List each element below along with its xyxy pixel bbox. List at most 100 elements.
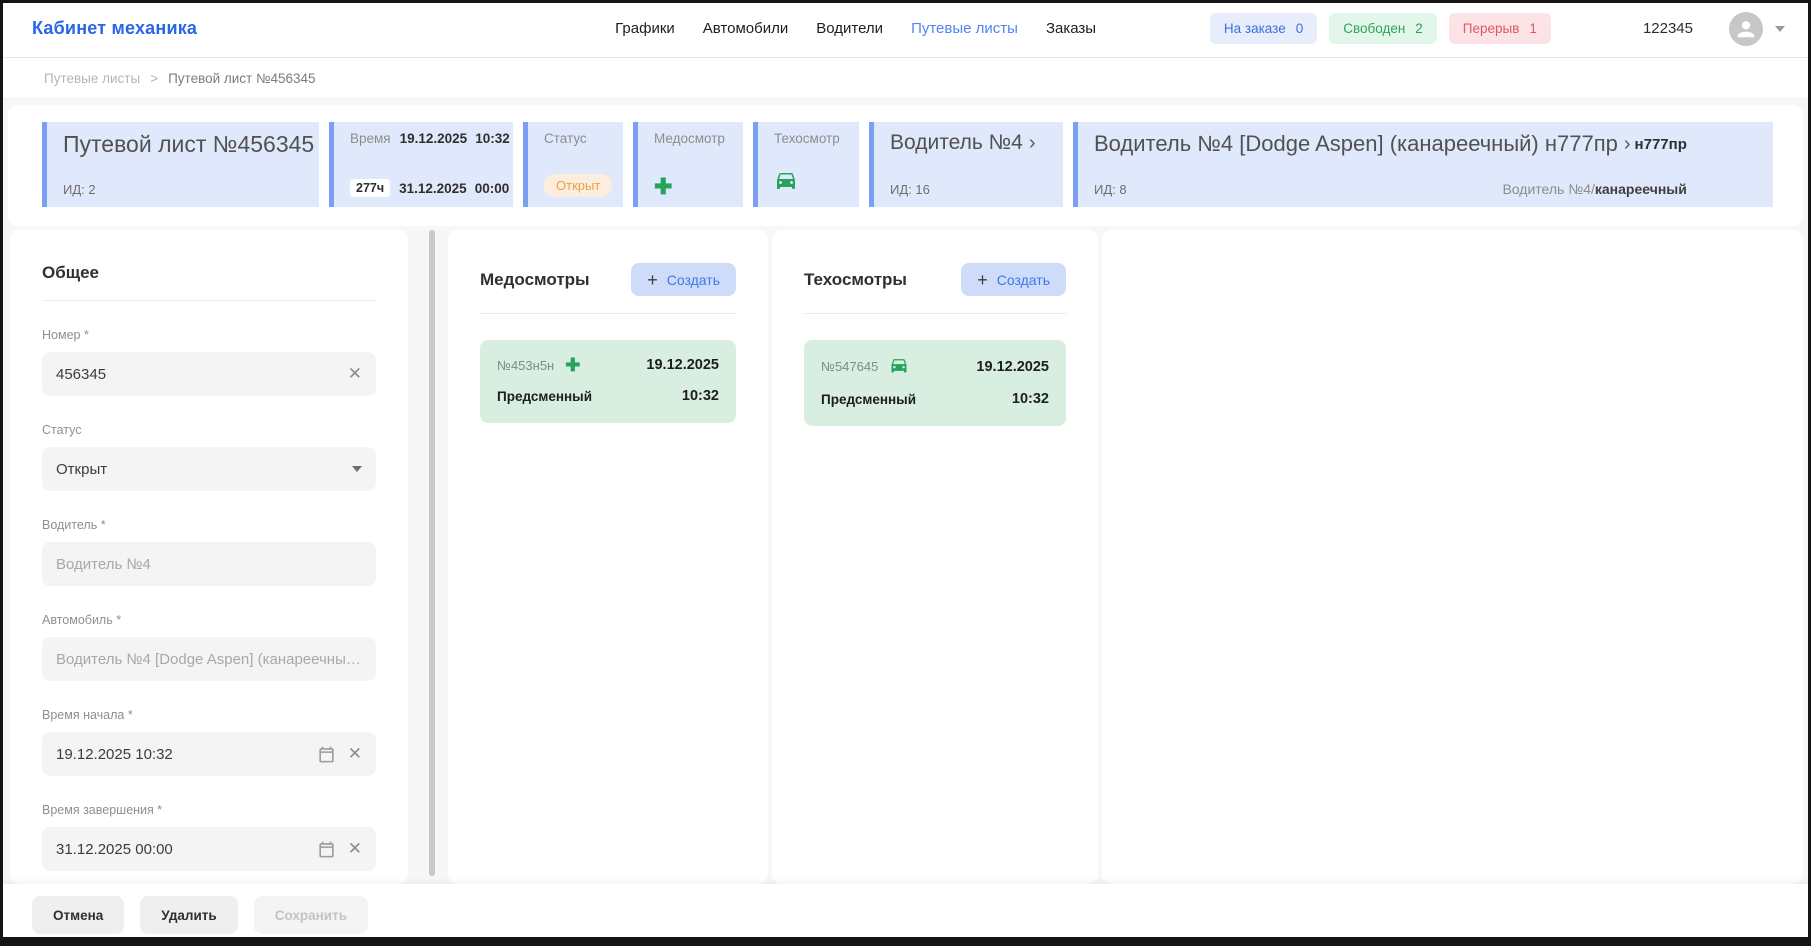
med-exam-time: 10:32	[682, 388, 719, 404]
vehicle-field-label: Автомобиль *	[42, 613, 376, 627]
end-time-input[interactable]	[56, 841, 307, 858]
status-select[interactable]: Открыт	[42, 447, 376, 491]
form-scrollbar[interactable]	[429, 230, 435, 876]
save-button[interactable]: Сохранить	[254, 896, 368, 934]
badge-on-order[interactable]: На заказе 0	[1210, 13, 1317, 44]
waybill-id: ИД: 2	[63, 182, 305, 197]
end-date: 31.12.2025	[399, 181, 467, 196]
nav-link-drivers[interactable]: Водители	[816, 20, 883, 37]
tech-exams-title: Техосмотры	[804, 270, 907, 290]
waybill-summary-bar: Путевой лист №456345 ИД: 2 Время 19.12.2…	[8, 105, 1803, 226]
vehicle-name: Водитель №4 [Dodge Aspen] (канареечный) …	[1094, 131, 1618, 157]
cancel-button[interactable]: Отмена	[32, 896, 124, 934]
start-time-label: Время начала *	[42, 708, 376, 722]
tech-exam-number: №547645	[821, 359, 878, 374]
field-end-time: Время завершения * ✕	[42, 803, 376, 871]
field-vehicle: Автомобиль * Водитель №4 [Dodge Aspen] (…	[42, 613, 376, 681]
badge-on-order-label: На заказе	[1224, 21, 1286, 36]
med-exam-number: №453н5н	[497, 358, 554, 373]
nav-link-graphics[interactable]: Графики	[615, 20, 675, 37]
driver-input[interactable]: Водитель №4	[42, 542, 376, 586]
tile-vehicle[interactable]: Водитель №4 [Dodge Aspen] (канареечный) …	[1073, 122, 1773, 207]
breadcrumb-separator: >	[150, 71, 158, 86]
divider	[42, 300, 376, 301]
med-exam-card[interactable]: №453н5н ✚ 19.12.2025 Предсменный 10:32	[480, 340, 736, 423]
nav-link-vehicles[interactable]: Автомобили	[703, 20, 788, 37]
action-bar: Отмена Удалить Сохранить	[0, 884, 1811, 946]
badge-free-count: 2	[1415, 21, 1423, 36]
tech-exam-time: 10:32	[1012, 391, 1049, 407]
driver-status-badges: На заказе 0 Свободен 2 Перерыв 1	[1210, 13, 1551, 44]
create-tech-exam-button[interactable]: + Создать	[961, 263, 1066, 296]
tile-med-exam: Медосмотр ✚	[633, 122, 743, 207]
start-time: 10:32	[475, 131, 510, 146]
person-icon	[1733, 16, 1759, 42]
delete-button[interactable]: Удалить	[140, 896, 237, 934]
med-exam-label: Медосмотр	[654, 131, 729, 146]
end-time-label: Время завершения *	[42, 803, 376, 817]
driver-name: Водитель №4	[890, 131, 1023, 154]
form-title: Общее	[42, 263, 376, 283]
badge-on-order-count: 0	[1296, 21, 1304, 36]
main-nav: Графики Автомобили Водители Путевые лист…	[615, 20, 1096, 37]
breadcrumb: Путевые листы > Путевой лист №456345	[0, 57, 1811, 98]
waybill-title: Путевой лист №456345	[63, 131, 305, 158]
breadcrumb-current: Путевой лист №456345	[168, 71, 315, 86]
status-label: Статус	[544, 131, 609, 146]
general-form-panel: Общее Номер * ✕ Статус Открыт Водитель *	[10, 230, 408, 884]
start-date: 19.12.2025	[400, 131, 468, 146]
med-exam-date: 19.12.2025	[646, 357, 719, 373]
status-badge: Открыт	[544, 174, 612, 197]
field-status: Статус Открыт	[42, 423, 376, 491]
empty-panel	[1102, 230, 1803, 884]
vehicle-plate[interactable]: н777пр	[1635, 136, 1687, 153]
chevron-down-icon[interactable]	[1775, 26, 1785, 32]
create-med-exam-button[interactable]: + Создать	[631, 263, 736, 296]
field-start-time: Время начала * ✕	[42, 708, 376, 776]
divider	[804, 313, 1066, 314]
tech-exams-panel: Техосмотры + Создать №547645 19.12.2025	[772, 230, 1098, 884]
nav-link-orders[interactable]: Заказы	[1046, 20, 1096, 37]
tech-exam-date: 19.12.2025	[976, 359, 1049, 375]
clear-icon[interactable]: ✕	[348, 364, 362, 384]
driver-chevron-icon: ›	[1029, 132, 1036, 154]
tech-exam-type: Предсменный	[821, 392, 916, 407]
clear-icon[interactable]: ✕	[348, 744, 362, 764]
plus-icon: +	[977, 271, 988, 289]
top-navbar: Кабинет механика Графики Автомобили Води…	[0, 0, 1811, 57]
field-driver: Водитель * Водитель №4	[42, 518, 376, 586]
badge-free[interactable]: Свободен 2	[1329, 13, 1437, 44]
med-exams-title: Медосмотры	[480, 270, 590, 290]
start-time-input[interactable]	[56, 746, 307, 763]
badge-break[interactable]: Перерыв 1	[1449, 13, 1551, 44]
calendar-icon[interactable]	[317, 745, 336, 764]
end-time: 00:00	[475, 181, 510, 196]
tech-exam-card[interactable]: №547645 19.12.2025 Предсменный 10:32	[804, 340, 1066, 426]
number-label: Номер *	[42, 328, 376, 342]
calendar-icon[interactable]	[317, 840, 336, 859]
medical-cross-icon: ✚	[654, 177, 729, 197]
divider	[480, 313, 736, 314]
number-input[interactable]	[56, 366, 336, 383]
clear-icon[interactable]: ✕	[348, 839, 362, 859]
vehicle-input[interactable]: Водитель №4 [Dodge Aspen] (канареечный) …	[42, 637, 376, 681]
time-label: Время	[350, 131, 391, 146]
vehicle-subtitle: Водитель №4/канареечный	[1502, 181, 1686, 197]
tile-tech-exam: Техосмотр	[753, 122, 859, 207]
tile-status: Статус Открыт	[523, 122, 623, 207]
field-number: Номер * ✕	[42, 328, 376, 396]
tile-driver[interactable]: Водитель №4 › ИД: 16	[869, 122, 1063, 207]
duration-chip: 277ч	[350, 179, 390, 197]
main-content: Общее Номер * ✕ Статус Открыт Водитель *	[0, 226, 1811, 884]
breadcrumb-waybills-link[interactable]: Путевые листы	[44, 71, 140, 86]
user-avatar[interactable]	[1729, 12, 1763, 46]
vehicle-id: ИД: 8	[1094, 182, 1127, 197]
nav-link-waybills[interactable]: Путевые листы	[911, 20, 1018, 37]
tile-time: Время 19.12.2025 10:32 277ч 31.12.2025 0…	[329, 122, 513, 207]
driver-id: ИД: 16	[890, 182, 1049, 197]
badge-free-label: Свободен	[1343, 21, 1405, 36]
status-field-label: Статус	[42, 423, 376, 437]
med-exam-type: Предсменный	[497, 389, 592, 404]
badge-break-label: Перерыв	[1463, 21, 1520, 36]
tile-waybill: Путевой лист №456345 ИД: 2	[42, 122, 319, 207]
